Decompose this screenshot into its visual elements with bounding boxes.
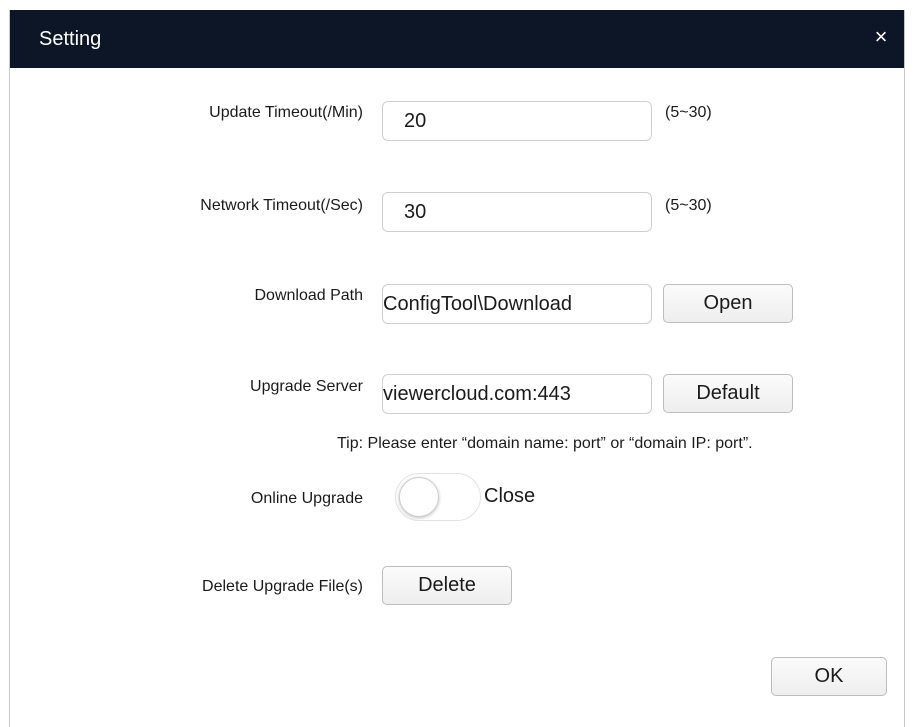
online-upgrade-state: Close: [484, 485, 536, 507]
download-path-value: ConfigTool\Download: [383, 293, 573, 315]
network-timeout-label: Network Timeout(/Sec): [200, 197, 363, 214]
download-path-input[interactable]: ConfigTool\Download: [382, 284, 652, 324]
ok-button[interactable]: OK: [771, 657, 887, 696]
upgrade-server-label: Upgrade Server: [250, 378, 363, 395]
update-timeout-input[interactable]: 20: [382, 101, 652, 141]
network-timeout-input[interactable]: 30: [382, 192, 652, 232]
open-button[interactable]: Open: [663, 284, 793, 323]
close-icon[interactable]: ×: [870, 24, 892, 50]
download-path-label: Download Path: [254, 287, 363, 304]
delete-files-label: Delete Upgrade File(s): [202, 578, 363, 595]
dialog-title: Setting: [39, 28, 102, 50]
update-timeout-label: Update Timeout(/Min): [209, 104, 363, 121]
network-timeout-range: (5~30): [665, 197, 712, 214]
delete-button[interactable]: Delete: [382, 566, 512, 605]
online-upgrade-toggle[interactable]: [395, 473, 481, 521]
upgrade-server-input[interactable]: viewercloud.com:443: [382, 374, 652, 414]
update-timeout-range: (5~30): [665, 104, 712, 121]
online-upgrade-label: Online Upgrade: [250, 490, 363, 507]
dialog-titlebar: Setting ×: [10, 10, 904, 68]
upgrade-server-value: viewercloud.com:443: [383, 383, 571, 405]
toggle-knob: [399, 477, 439, 517]
upgrade-server-tip: Tip: Please enter “domain name: port” or…: [337, 435, 753, 452]
settings-dialog: Setting × Update Timeout(/Min) 20 (5~30)…: [9, 10, 905, 727]
default-button[interactable]: Default: [663, 374, 793, 413]
